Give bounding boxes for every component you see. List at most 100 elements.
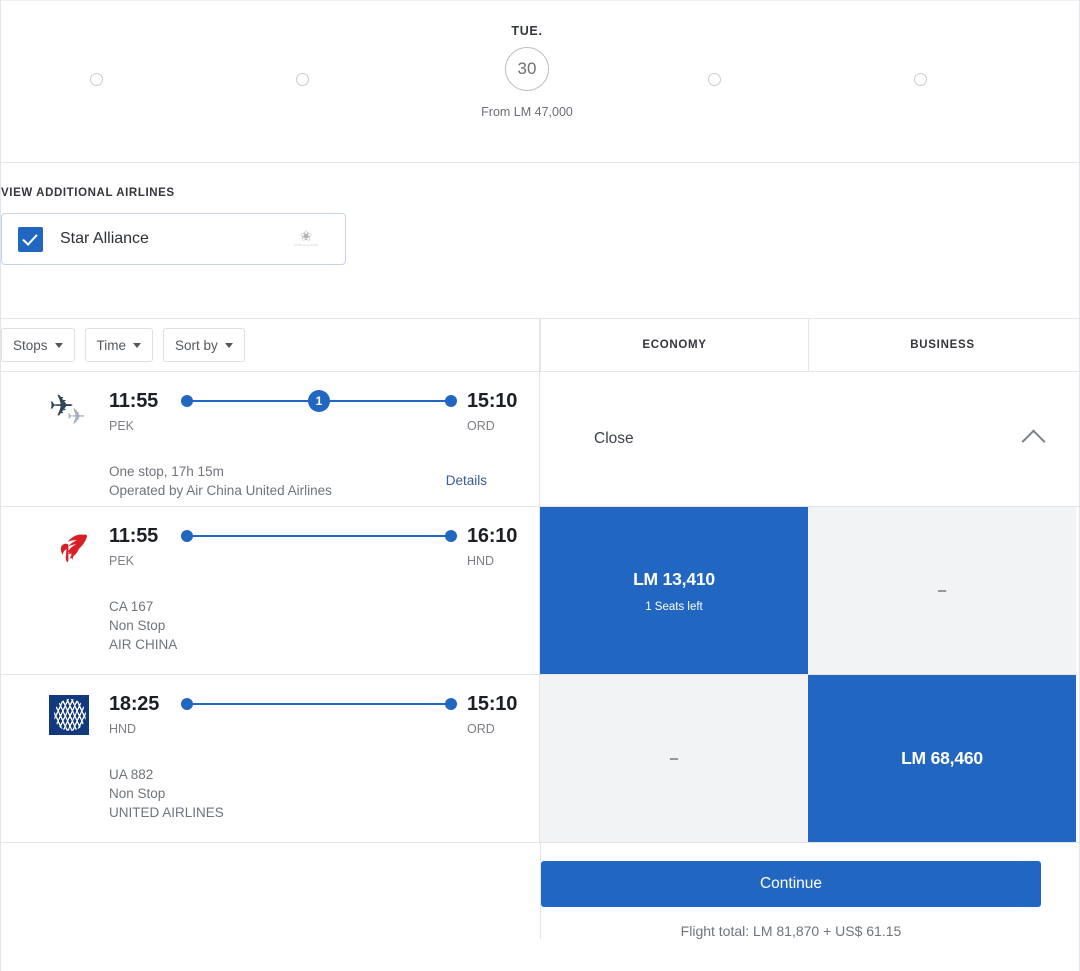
itinerary-depart: 11:55 PEK xyxy=(109,390,181,433)
airline-logo-slot xyxy=(49,693,109,735)
fare-price: LM 68,460 xyxy=(901,748,983,768)
path-line xyxy=(187,703,451,705)
airline-logo-slot xyxy=(49,525,109,571)
segment-arrive-time: 15:10 xyxy=(467,693,518,715)
path-dot-destination xyxy=(445,698,457,710)
column-header-economy: ECONOMY xyxy=(540,319,808,371)
date-placeholder-4[interactable] xyxy=(914,73,927,86)
segment-airline-name: UNITED AIRLINES xyxy=(109,805,224,820)
date-carousel: TUE. 30 From LM 47,000 xyxy=(1,0,1079,163)
united-airlines-logo-icon xyxy=(49,695,89,735)
fare-cell-economy-0[interactable]: LM 13,410 1 Seats left xyxy=(540,507,808,674)
segment-meta-1: UA 882 Non Stop UNITED AIRLINES xyxy=(109,765,539,822)
segment-info-1: 18:25 HND 15:10 ORD UA 882 Non Stop UNIT… xyxy=(1,675,540,842)
date-placeholder-3[interactable] xyxy=(708,73,721,86)
path-line xyxy=(187,535,451,537)
star-alliance-logo-text: STAR ALLIANCE xyxy=(294,244,318,247)
alliance-filter-star-alliance[interactable]: Star Alliance ✬ STAR ALLIANCE xyxy=(1,213,346,265)
segment-depart-time: 11:55 xyxy=(109,525,159,547)
additional-airlines-section: VIEW ADDITIONAL AIRLINES Star Alliance ✬… xyxy=(1,163,1079,318)
star-alliance-label: Star Alliance xyxy=(60,230,149,247)
date-day-number[interactable]: 30 xyxy=(505,47,549,91)
stop-count-badge: 1 xyxy=(308,390,330,412)
date-cell-selected[interactable]: TUE. 30 From LM 47,000 xyxy=(442,1,612,162)
filter-bar: Stops Time Sort by xyxy=(1,319,540,371)
plane-icon-secondary: ✈ xyxy=(67,404,86,429)
filter-time-label: Time xyxy=(96,337,127,353)
flight-total-label: Flight total: LM 81,870 + US$ 61.15 xyxy=(680,923,902,939)
fare-unavailable-dash: – xyxy=(937,582,947,599)
star-alliance-checkbox[interactable] xyxy=(18,226,43,252)
path-dot-origin xyxy=(181,395,193,407)
path-dot-origin xyxy=(181,530,193,542)
path-dot-destination xyxy=(445,530,457,542)
footer-actions: Continue Flight total: LM 81,870 + US$ 6… xyxy=(541,843,1079,939)
fare-unavailable-dash: – xyxy=(669,750,679,767)
chevron-down-icon xyxy=(133,342,142,348)
itinerary-summary-row: ✈ ✈ 11:55 PEK 1 15:10 ORD One stop, 17h … xyxy=(1,372,1079,507)
air-china-logo-icon xyxy=(49,527,93,571)
star-icon: ✬ xyxy=(299,228,313,245)
segment-depart-0: 11:55 PEK xyxy=(109,525,181,568)
itinerary-path: 1 xyxy=(181,390,457,412)
itinerary-depart-airport: PEK xyxy=(109,419,135,433)
additional-airlines-title: VIEW ADDITIONAL AIRLINES xyxy=(1,187,175,199)
segment-path-1 xyxy=(181,693,457,715)
segment-stops: Non Stop xyxy=(109,618,166,633)
segment-arrive-airport: HND xyxy=(467,554,495,568)
results-footer: Continue Flight total: LM 81,870 + US$ 6… xyxy=(1,843,1079,939)
segment-arrive-airport: ORD xyxy=(467,722,495,736)
segment-flight-number: UA 882 xyxy=(109,767,154,782)
itinerary-icon-slot: ✈ ✈ xyxy=(49,390,109,436)
segment-airline-name: AIR CHINA xyxy=(109,637,178,652)
filter-stops-button[interactable]: Stops xyxy=(1,328,75,362)
segment-depart-time: 18:25 xyxy=(109,693,160,715)
chevron-down-icon xyxy=(224,342,233,348)
column-header-business: BUSINESS xyxy=(808,319,1076,371)
chevron-up-icon[interactable] xyxy=(1021,429,1046,454)
itinerary-summary-info: ✈ ✈ 11:55 PEK 1 15:10 ORD One stop, 17h … xyxy=(1,372,540,506)
filter-sort-by-button[interactable]: Sort by xyxy=(163,328,245,362)
table-row: 18:25 HND 15:10 ORD UA 882 Non Stop UNIT… xyxy=(1,675,1079,843)
table-row: 11:55 PEK 16:10 HND CA 167 Non Stop AIR … xyxy=(1,507,1079,675)
path-dot-destination xyxy=(445,395,457,407)
date-from-price: From LM 47,000 xyxy=(481,105,573,119)
filter-sort-by-label: Sort by xyxy=(175,337,218,353)
close-label: Close xyxy=(594,430,634,447)
star-alliance-logo-icon: ✬ STAR ALLIANCE xyxy=(289,228,323,247)
globe-icon xyxy=(54,699,86,731)
segment-depart-1: 18:25 HND xyxy=(109,693,181,736)
details-link[interactable]: Details xyxy=(446,473,487,488)
segment-info-0: 11:55 PEK 16:10 HND CA 167 Non Stop AIR … xyxy=(1,507,540,674)
itinerary-arrive: 15:10 ORD xyxy=(467,390,539,433)
plane-pair-icon: ✈ ✈ xyxy=(49,392,103,436)
segment-depart-airport: HND xyxy=(109,722,137,736)
flight-results-table: Stops Time Sort by ECONOMY BUSINESS ✈ ✈ … xyxy=(1,318,1079,939)
filter-time-button[interactable]: Time xyxy=(84,328,154,362)
path-dot-origin xyxy=(181,698,193,710)
segment-stops: Non Stop xyxy=(109,786,166,801)
chevron-down-icon xyxy=(54,342,63,348)
continue-button[interactable]: Continue xyxy=(541,861,1041,907)
fare-price: LM 13,410 xyxy=(633,568,715,589)
segment-meta-0: CA 167 Non Stop AIR CHINA xyxy=(109,597,539,654)
fare-seats-left: 1 Seats left xyxy=(645,600,703,613)
close-expanded-cell[interactable]: Close xyxy=(540,372,1076,506)
segment-arrive-time: 16:10 xyxy=(467,525,518,547)
fare-cell-business-1[interactable]: LM 68,460 xyxy=(808,675,1076,842)
date-day-of-week: TUE. xyxy=(511,24,543,38)
results-header-row: Stops Time Sort by ECONOMY BUSINESS xyxy=(1,319,1079,372)
air-china-phoenix-icon xyxy=(60,534,88,563)
fare-cell-economy-1[interactable]: – xyxy=(540,675,808,842)
fare-cell-business-0[interactable]: – xyxy=(808,507,1076,674)
footer-spacer xyxy=(1,843,541,939)
date-placeholder-1[interactable] xyxy=(90,73,103,86)
segment-arrive-0: 16:10 HND xyxy=(467,525,539,568)
date-placeholder-2[interactable] xyxy=(296,73,309,86)
itinerary-depart-time: 11:55 xyxy=(109,390,159,412)
itinerary-arrive-airport: ORD xyxy=(467,419,495,433)
filter-stops-label: Stops xyxy=(13,337,48,353)
segment-arrive-1: 15:10 ORD xyxy=(467,693,539,736)
segment-flight-number: CA 167 xyxy=(109,599,154,614)
flight-results-page: TUE. 30 From LM 47,000 VIEW ADDITIONAL A… xyxy=(0,0,1080,971)
